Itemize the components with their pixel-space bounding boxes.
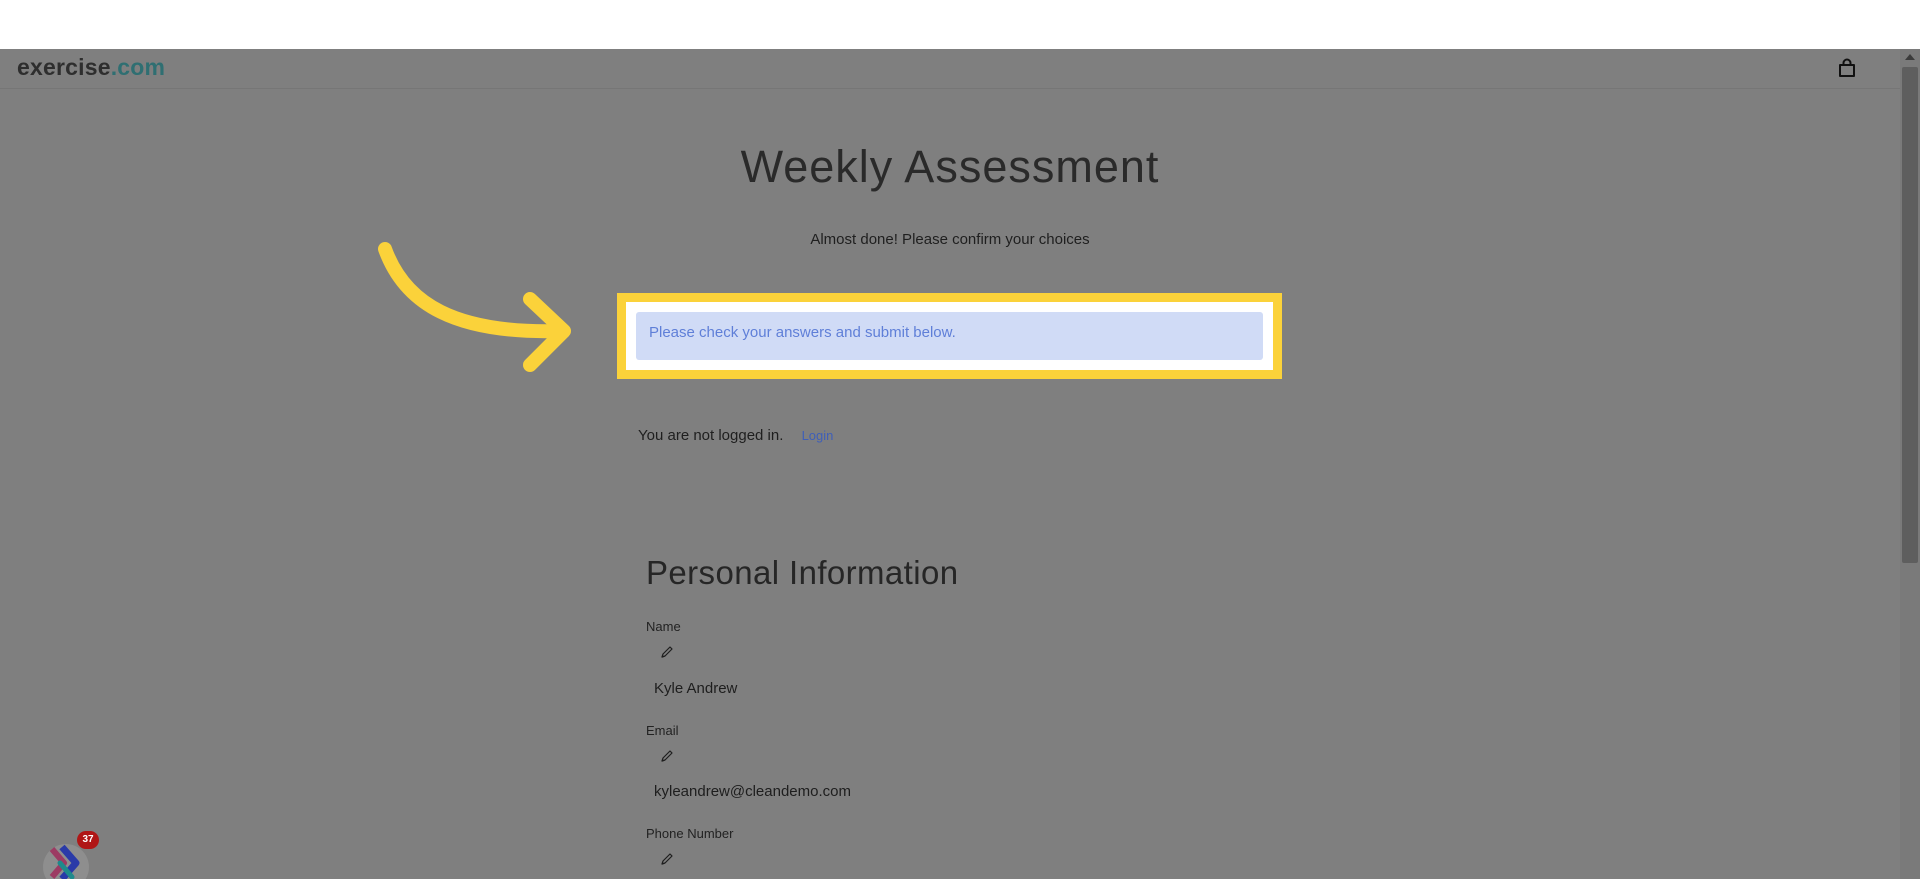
phone-field-label: Phone Number xyxy=(646,826,734,841)
login-status-row: You are not logged in. Login xyxy=(638,427,833,444)
login-status-text: You are not logged in. xyxy=(638,427,784,444)
top-navbar: exercise.com xyxy=(0,49,1900,89)
edit-pencil-icon[interactable] xyxy=(660,852,674,866)
page-viewport: exercise.com Weekly Assessment Almost do… xyxy=(0,49,1920,879)
email-field-label: Email xyxy=(646,723,679,738)
vertical-scrollbar[interactable] xyxy=(1900,49,1920,879)
callout-arrow-icon xyxy=(378,242,571,372)
logo-main-text: exercise xyxy=(17,54,111,80)
scrollbar-thumb[interactable] xyxy=(1902,67,1918,563)
name-field-label: Name xyxy=(646,619,681,634)
page-subtitle: Almost done! Please confirm your choices xyxy=(810,231,1090,248)
name-field-value: Kyle Andrew xyxy=(654,680,738,697)
login-link[interactable]: Login xyxy=(802,428,834,443)
logo-tld-text: .com xyxy=(110,54,166,80)
edit-pencil-icon[interactable] xyxy=(660,749,674,763)
alert-text: Please check your answers and submit bel… xyxy=(649,324,956,341)
page-title: Weekly Assessment xyxy=(740,141,1160,192)
help-widget-launcher[interactable]: 37 xyxy=(38,831,100,879)
highlight-callout-frame: Please check your answers and submit bel… xyxy=(617,293,1282,379)
highlight-inner: Please check your answers and submit bel… xyxy=(626,302,1273,370)
shopping-bag-icon[interactable] xyxy=(1836,57,1858,79)
scroll-up-arrow-icon[interactable] xyxy=(1905,54,1915,60)
notification-badge: 37 xyxy=(77,831,99,849)
site-logo[interactable]: exercise.com xyxy=(17,54,165,81)
edit-pencil-icon[interactable] xyxy=(660,645,674,659)
email-field-value: kyleandrew@cleandemo.com xyxy=(654,783,851,800)
info-alert: Please check your answers and submit bel… xyxy=(636,312,1263,360)
personal-information-heading: Personal Information xyxy=(646,554,959,591)
